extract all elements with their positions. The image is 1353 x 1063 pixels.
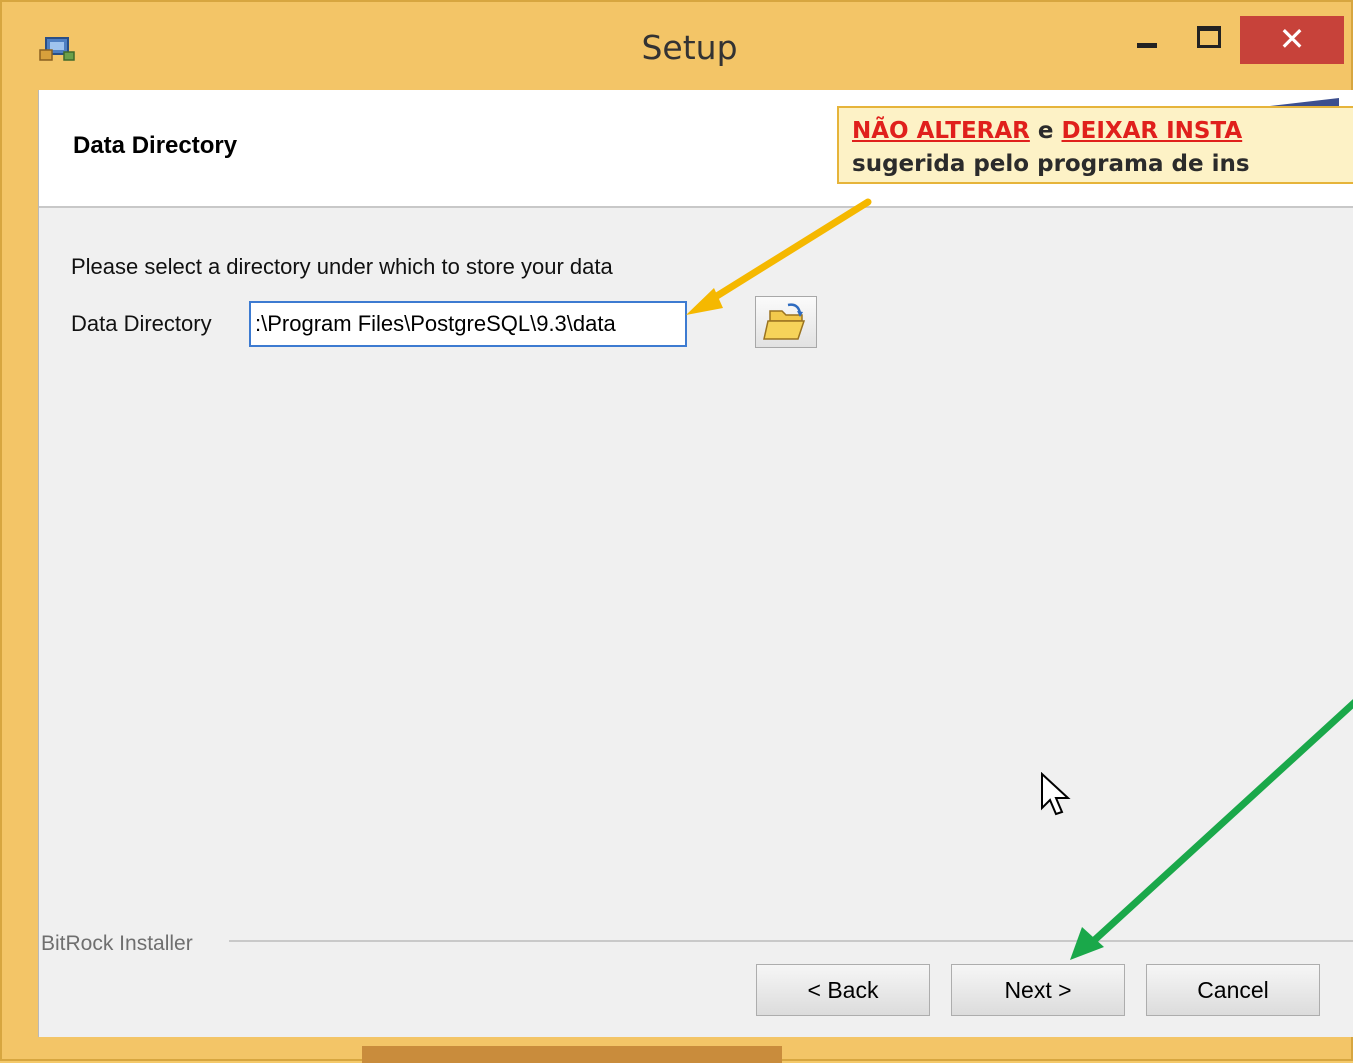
folder-open-icon bbox=[763, 303, 806, 340]
window-frame: Setup ✕ Data Directory Please select a d… bbox=[0, 0, 1353, 1063]
data-directory-label: Data Directory bbox=[71, 311, 212, 336]
annotation-do-not-change: NÃO ALTERAR bbox=[852, 118, 1030, 144]
annotation-line-1: NÃO ALTERAR e DEIXAR INSTA bbox=[852, 115, 1353, 148]
instruction-text: Please select a directory under which to… bbox=[71, 254, 613, 279]
next-button[interactable]: Next > bbox=[951, 964, 1125, 1016]
annotation-line-2: sugerida pelo programa de ins bbox=[852, 151, 1250, 177]
bitrock-installer-brand: BitRock Installer bbox=[41, 932, 193, 955]
title-bar[interactable]: Setup ✕ bbox=[2, 2, 1353, 90]
mouse-cursor-icon bbox=[1041, 772, 1071, 816]
annotation-keep-install: DEIXAR INSTA bbox=[1061, 118, 1243, 144]
annotation-callout: NÃO ALTERAR e DEIXAR INSTA sugerida pelo… bbox=[837, 106, 1353, 184]
minimize-button[interactable] bbox=[1120, 16, 1176, 64]
footer-divider bbox=[229, 940, 1353, 942]
taskbar-edge bbox=[362, 1046, 782, 1063]
page-title: Data Directory bbox=[73, 132, 238, 159]
annotation-conjunction: e bbox=[1029, 118, 1062, 144]
installer-client-area: Data Directory Please select a directory… bbox=[38, 90, 1353, 1037]
cancel-button[interactable]: Cancel bbox=[1146, 964, 1320, 1016]
data-directory-input[interactable] bbox=[249, 301, 687, 347]
back-button[interactable]: < Back bbox=[756, 964, 930, 1016]
close-icon: ✕ bbox=[1278, 20, 1306, 58]
minimize-icon bbox=[1137, 43, 1157, 48]
close-button[interactable]: ✕ bbox=[1240, 16, 1344, 64]
maximize-icon bbox=[1197, 26, 1221, 48]
maximize-button[interactable] bbox=[1180, 16, 1236, 64]
browse-folder-button[interactable] bbox=[755, 296, 817, 348]
